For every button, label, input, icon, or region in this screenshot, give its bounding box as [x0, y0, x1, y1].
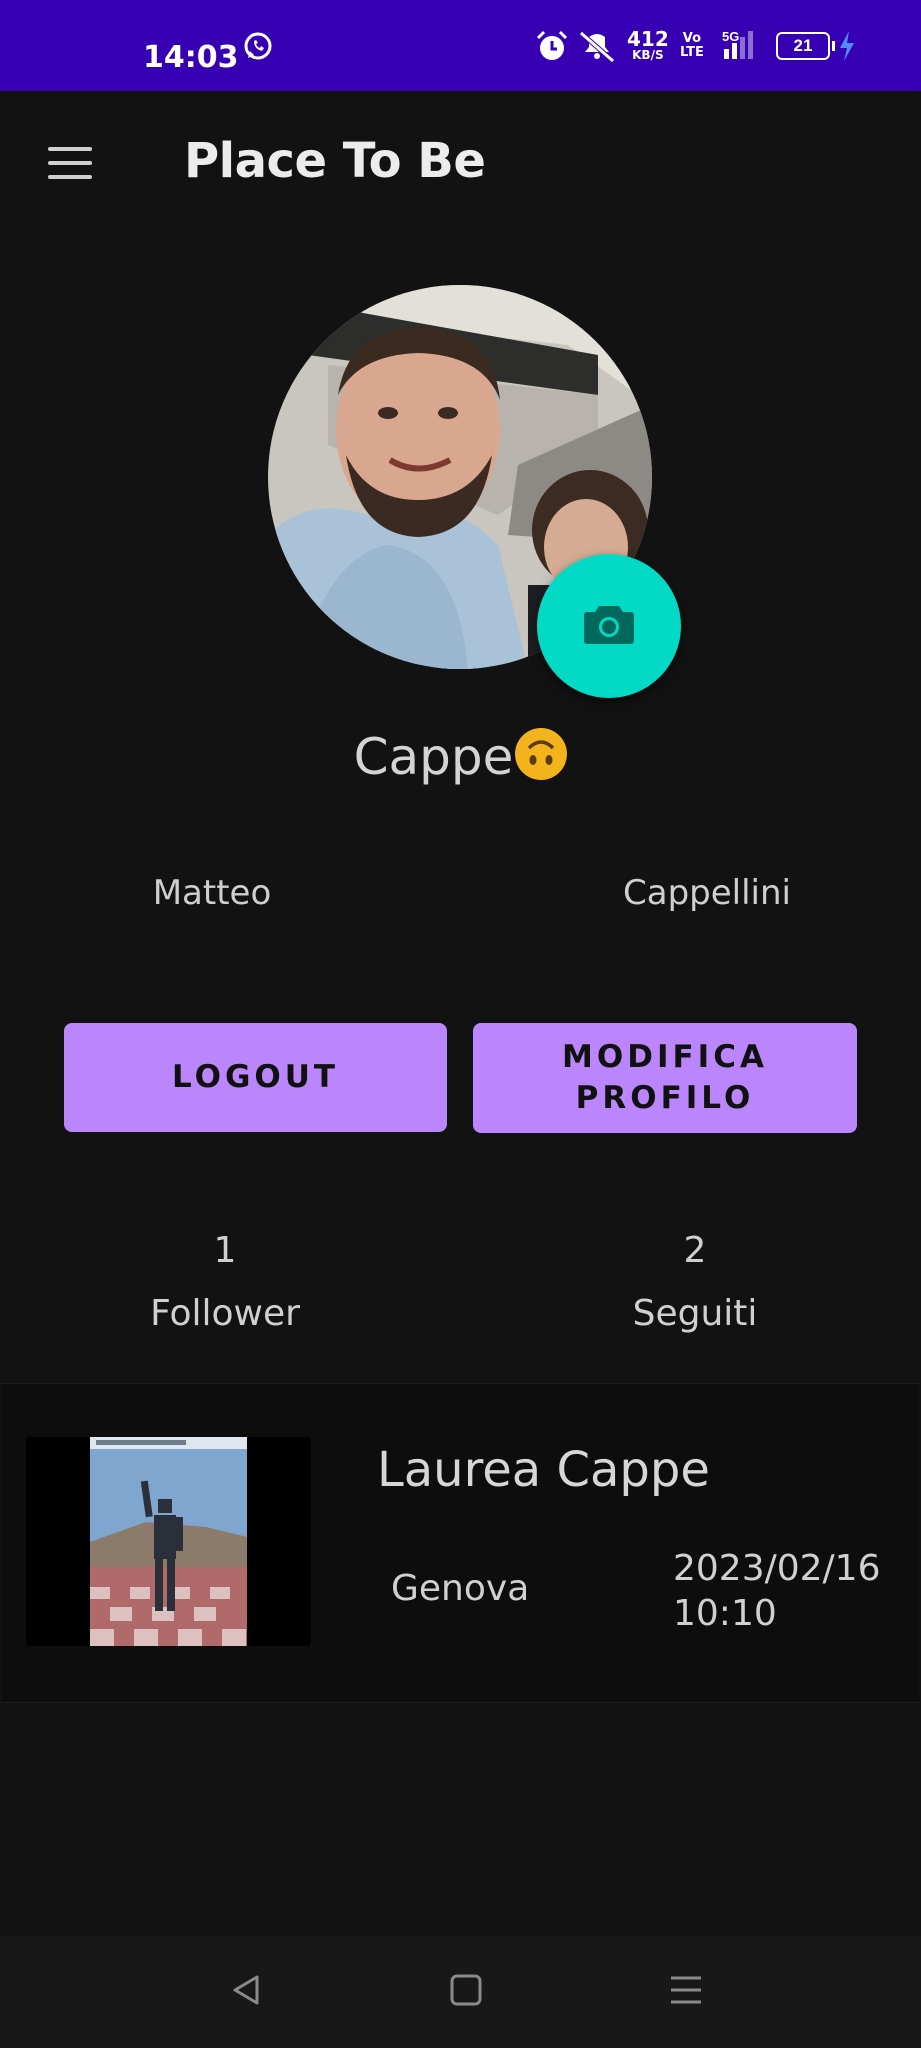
charging-icon [838, 0, 856, 91]
followers-stat[interactable]: 1 Follower [140, 1230, 310, 1334]
following-label: Seguiti [632, 1293, 758, 1334]
following-stat[interactable]: 2 Seguiti [610, 1230, 780, 1334]
edit-profile-label-line2: PROFILO [575, 1080, 755, 1116]
network-speed: 412 KB/S [627, 0, 669, 91]
followers-count: 1 [213, 1230, 237, 1271]
followers-label: Follower [150, 1293, 300, 1334]
menu-icon[interactable] [44, 144, 96, 182]
edit-profile-label-line1: MODIFICA [562, 1039, 768, 1075]
change-photo-button[interactable] [537, 554, 681, 698]
edit-profile-button[interactable]: MODIFICA PROFILO [473, 1023, 857, 1133]
net-speed-value: 412 [627, 27, 669, 51]
event-time: 10:10 [673, 1593, 777, 1634]
home-icon [449, 1973, 483, 2012]
signal-5g-icon: 5G [718, 0, 764, 91]
logout-label: LOGOUT [171, 1059, 340, 1095]
profile-nickname: Cappe [0, 728, 921, 786]
battery-level: 21 [776, 31, 830, 60]
back-button[interactable] [216, 1966, 276, 2018]
volte-indicator: Vo LTE [680, 0, 704, 91]
battery-icon: 21 [776, 0, 835, 91]
home-button[interactable] [436, 1966, 496, 2018]
net-speed-unit: KB/S [632, 48, 664, 62]
volte-top: Vo [682, 30, 702, 46]
nickname-text: Cappe [353, 728, 514, 786]
first-name: Matteo [152, 873, 272, 913]
event-date: 2023/02/16 [673, 1548, 881, 1589]
recents-button[interactable] [656, 1966, 716, 2018]
following-count: 2 [683, 1230, 707, 1271]
mute-icon [577, 0, 617, 91]
event-thumbnail [26, 1437, 311, 1646]
upside-down-face-icon [515, 728, 568, 780]
back-icon [229, 1973, 263, 2012]
volte-bottom: LTE [680, 44, 704, 60]
event-datetime: 2023/02/16 10:10 [673, 1546, 881, 1636]
last-name: Cappellini [623, 873, 791, 913]
app-title: Place To Be [184, 133, 486, 189]
alarm-icon [535, 0, 569, 91]
event-title: Laurea Cappe [377, 1442, 710, 1498]
network-type: 5G [722, 28, 740, 44]
camera-icon [583, 602, 635, 651]
whatsapp-icon [242, 0, 274, 91]
status-bar: 14:03 412 KB/S Vo LTE 5G 21 [0, 0, 921, 91]
event-place: Genova [391, 1568, 530, 1609]
status-time: 14:03 [143, 40, 239, 75]
logout-button[interactable]: LOGOUT [64, 1023, 447, 1132]
recents-icon [669, 1973, 703, 2012]
